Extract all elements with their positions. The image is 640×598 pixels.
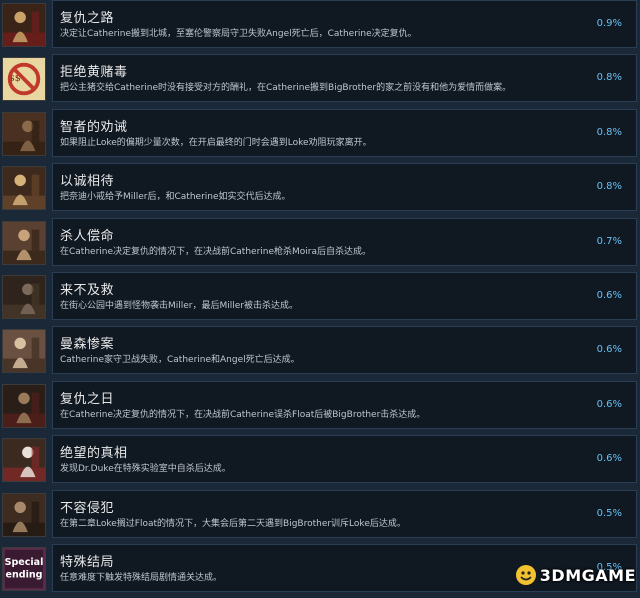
achievement-icon bbox=[2, 111, 46, 156]
achievement-row[interactable]: 绝望的真相发现Dr.Duke在特殊实验室中自杀后达成。 0.6% bbox=[0, 435, 640, 489]
achievement-row[interactable]: 复仇之日在Catherine决定复仇的情况下，在决战前Catherine误杀Fl… bbox=[0, 380, 640, 435]
watermark-text: 3DMGAME bbox=[539, 565, 636, 585]
unlock-percentage: 0.9% bbox=[596, 18, 622, 29]
achievement-title: 拒绝黄赌毒 bbox=[60, 65, 128, 81]
achievement-title: 智者的劝诫 bbox=[60, 119, 128, 135]
achievement-icon: Special ending bbox=[2, 547, 46, 591]
couple-portrait-icon bbox=[3, 221, 45, 264]
achievement-title: 不容侵犯 bbox=[60, 500, 115, 516]
confrontation-icon bbox=[3, 493, 45, 536]
achievement-description: 在街心公园中遇到怪物袭击Miller，最后Miller被击杀达成。 bbox=[60, 301, 299, 311]
achievement-icon bbox=[2, 492, 46, 537]
achievement-row[interactable]: 不容侵犯在第二章Loke搁过Float的情况下，大集会后第二天遇到BigBrot… bbox=[0, 489, 640, 544]
achievement-icon: $$ bbox=[2, 57, 46, 102]
achievement-description: 决定让Catherine搬到北城，至塞伦警察局守卫失败Angel死亡后，Cath… bbox=[60, 29, 417, 39]
achievement-icon bbox=[2, 3, 46, 47]
achievement-title: 来不及救 bbox=[60, 283, 115, 298]
watermark-logo-icon bbox=[515, 565, 536, 585]
achievement-title: 特殊结局 bbox=[60, 555, 115, 570]
unlock-percentage: 0.8% bbox=[596, 126, 622, 138]
unlock-percentage: 0.6% bbox=[596, 290, 622, 301]
achievement-row[interactable]: $$ 拒绝黄赌毒把公主猪交给Catherine时没有接受对方的酬礼，在Cathe… bbox=[0, 54, 640, 108]
gunman-icon bbox=[3, 384, 45, 427]
achievement-icon bbox=[2, 275, 46, 319]
achievement-title: 复仇之日 bbox=[60, 391, 115, 407]
lab-scene-icon bbox=[3, 439, 45, 482]
achievement-row[interactable]: 杀人偿命在Catherine决定复仇的情况下，在决战前Catherine枪杀Mo… bbox=[0, 217, 640, 272]
achievement-panel: 绝望的真相发现Dr.Duke在特殊实验室中自杀后达成。 0.6% bbox=[52, 435, 637, 484]
achievement-description: 把奈迪小戒给予Miller后，和Catherine如实交代后达成。 bbox=[60, 192, 291, 203]
achievement-panel: 复仇之日在Catherine决定复仇的情况下，在决战前Catherine误杀Fl… bbox=[52, 380, 637, 429]
achievement-panel: 不容侵犯在第二章Loke搁过Float的情况下，大集会后第二天遇到BigBrot… bbox=[52, 489, 637, 538]
achievement-panel: 来不及救在街心公园中遇到怪物袭击Miller，最后Miller被击杀达成。 0.6… bbox=[52, 272, 637, 320]
achievement-title: 绝望的真相 bbox=[60, 446, 128, 462]
achievement-panel: 杀人偿命在Catherine决定复仇的情况下，在决战前Catherine枪杀Mo… bbox=[52, 217, 637, 266]
achievement-icon bbox=[2, 383, 46, 428]
achievement-title: 复仇之路 bbox=[60, 11, 115, 26]
unlock-percentage: 0.6% bbox=[596, 453, 622, 465]
achievement-icon bbox=[2, 166, 46, 211]
achievement-row[interactable]: 来不及救在街心公园中遇到怪物袭击Miller，最后Miller被击杀达成。 0.6… bbox=[0, 272, 640, 326]
achievement-title: 曼森惨案 bbox=[60, 337, 115, 353]
no-sign-icon: $$ bbox=[3, 58, 45, 101]
group-portrait-icon bbox=[3, 167, 45, 210]
achievement-row[interactable]: 以诚相待把奈迪小戒给予Miller后，和Catherine如实交代后达成。 0.8… bbox=[0, 163, 640, 217]
man-portrait-icon bbox=[3, 112, 45, 155]
achievement-description: 在Catherine决定复仇的情况下，在决战前Catherine误杀Float后… bbox=[60, 409, 426, 420]
achievement-panel: 智者的劝诫如果阻止Loke的偏期少量次数，在开启最终的门时会遇到Loke劝阻玩家… bbox=[52, 108, 637, 157]
achievement-row[interactable]: 复仇之路决定让Catherine搬到北城，至塞伦警察局守卫失败Angel死亡后，… bbox=[0, 0, 640, 54]
achievement-description: 任意难度下触发特殊结局剧情通关达成。 bbox=[60, 573, 223, 583]
unlock-percentage: 0.5% bbox=[596, 507, 622, 519]
watermark: 3DMGAME bbox=[515, 562, 636, 588]
achievement-icon bbox=[2, 438, 46, 483]
unlock-percentage: 0.8% bbox=[596, 181, 622, 193]
unlock-percentage: 0.6% bbox=[596, 344, 622, 356]
achievement-icon bbox=[2, 220, 46, 265]
icon-label: Special bbox=[5, 557, 44, 568]
achievement-row[interactable]: 曼森惨案 Catherine家守卫战失败，Catherine和Angel死亡后达成… bbox=[0, 326, 640, 380]
achievement-panel: 拒绝黄赌毒把公主猪交给Catherine时没有接受对方的酬礼，在Catherin… bbox=[52, 54, 637, 103]
special-ending-icon: Special ending bbox=[3, 548, 45, 590]
achievement-panel: 复仇之路决定让Catherine搬到北城，至塞伦警察局守卫失败Angel死亡后，… bbox=[52, 0, 637, 48]
woman-portrait-icon bbox=[3, 4, 45, 46]
achievement-icon bbox=[2, 329, 46, 374]
achievement-row[interactable]: 智者的劝诫如果阻止Loke的偏期少量次数，在开启最终的门时会遇到Loke劝阻玩家… bbox=[0, 108, 640, 163]
achievement-description: 把公主猪交给Catherine时没有接受对方的酬礼，在Catherine搬到Bi… bbox=[60, 83, 512, 94]
unlock-percentage: 0.6% bbox=[596, 398, 622, 410]
achievement-description: 在Catherine决定复仇的情况下，在决战前Catherine枪杀Moira后… bbox=[60, 246, 372, 257]
achievement-panel: 以诚相待把奈迪小戒给予Miller后，和Catherine如实交代后达成。 0.8… bbox=[52, 163, 637, 212]
achievement-title: 以诚相待 bbox=[60, 174, 115, 190]
fallen-figure-icon bbox=[3, 276, 45, 318]
unlock-percentage: 0.8% bbox=[596, 72, 622, 84]
achievement-panel: 曼森惨案 Catherine家守卫战失败，Catherine和Angel死亡后达成… bbox=[52, 326, 637, 375]
unlock-percentage: 0.7% bbox=[596, 235, 622, 247]
achievement-title: 杀人偿命 bbox=[60, 228, 115, 244]
achievement-description: Catherine家守卫战失败，Catherine和Angel死亡后达成。 bbox=[60, 355, 300, 366]
achievement-description: 在第二章Loke搁过Float的情况下，大集会后第二天遇到BigBrother训… bbox=[60, 518, 406, 529]
icon-label: ending bbox=[6, 570, 43, 581]
achievement-description: 如果阻止Loke的偏期少量次数，在开启最终的门时会遇到Loke劝阻玩家离开。 bbox=[60, 137, 372, 148]
achievement-description: 发现Dr.Duke在特殊实验室中自杀后达成。 bbox=[60, 464, 231, 475]
bodies-icon bbox=[3, 330, 45, 373]
